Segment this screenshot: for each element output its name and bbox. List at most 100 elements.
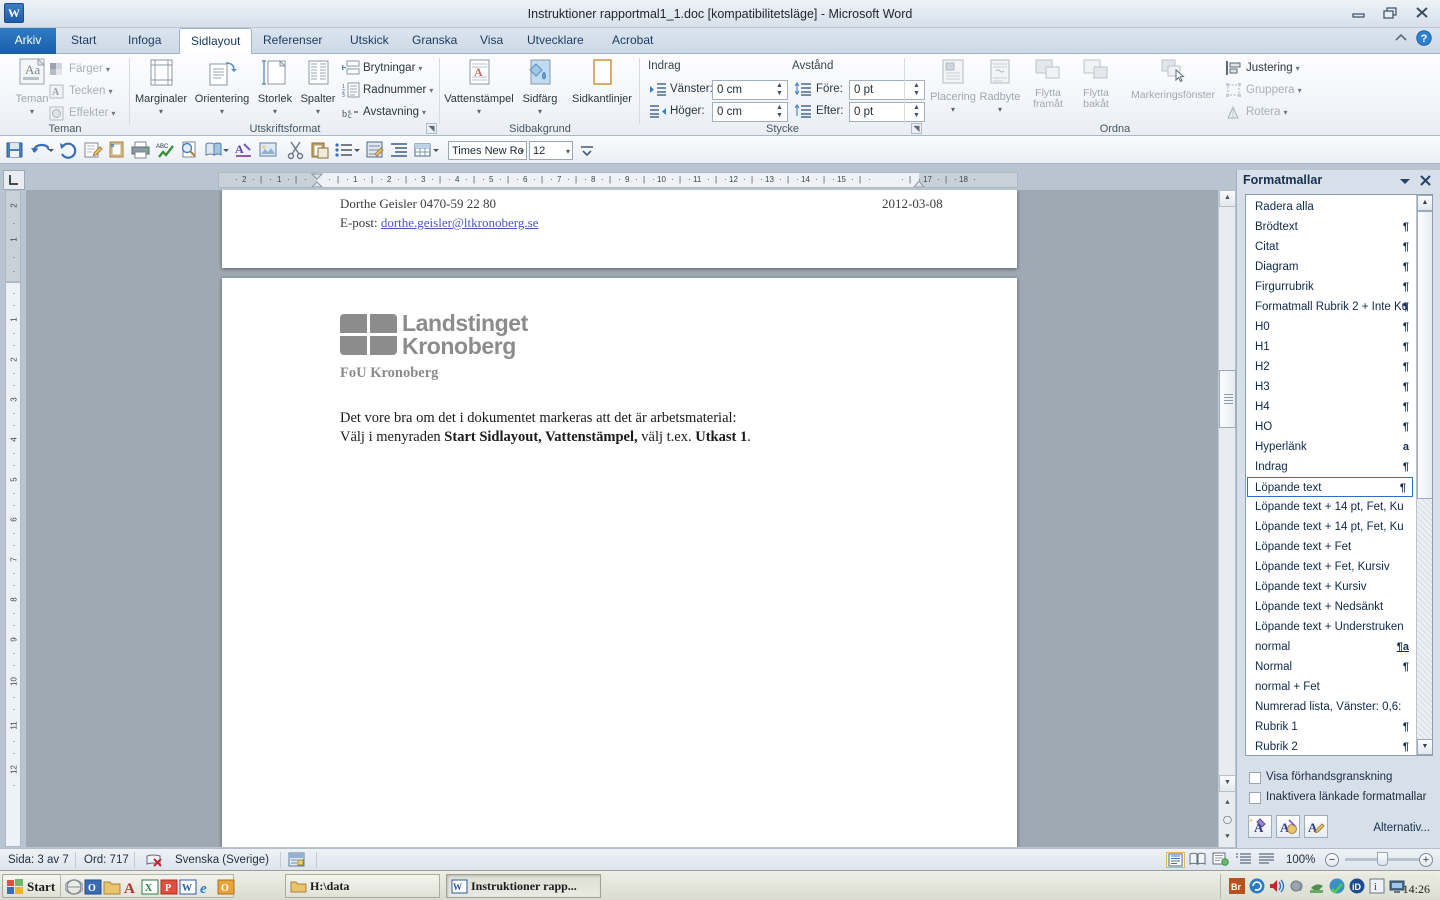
list-item[interactable]: Firgurrubrik ¶ (1247, 277, 1415, 297)
insert-picture-icon[interactable] (258, 140, 278, 160)
research-dropdown-icon[interactable] (222, 140, 230, 160)
undo-icon[interactable] (29, 140, 51, 160)
scroll-up-button[interactable]: ▲ (1219, 190, 1236, 207)
language-status[interactable]: Svenska (Sverige) (175, 852, 269, 868)
tab-utvecklare[interactable]: Utvecklare (516, 28, 595, 54)
efter-input[interactable]: 0 pt ▲ ▼ (849, 102, 925, 122)
previous-page-button[interactable]: ⯅ (1219, 795, 1236, 812)
taskbar-item-word[interactable]: W Instruktioner rapp... (446, 874, 601, 898)
zoom-in-icon[interactable]: + (1419, 853, 1433, 867)
styles-list-scrollbar[interactable]: ▲ ▼ (1416, 195, 1432, 755)
list-item[interactable]: Indrag ¶ (1247, 457, 1415, 477)
flytta-framat-button[interactable]: Flytta framåt (1024, 58, 1072, 110)
cut-icon[interactable] (286, 140, 306, 160)
ie-icon[interactable]: e (198, 878, 216, 897)
show-desktop-icon[interactable] (64, 878, 84, 896)
list-item[interactable]: Rubrik 1 ¶ (1247, 717, 1415, 737)
word-icon[interactable]: W (179, 878, 197, 896)
document-canvas[interactable]: Dorthe Geisler 0470-59 22 80 E-post: dor… (26, 190, 1218, 847)
close-icon[interactable] (1412, 4, 1434, 22)
list-item[interactable]: HO ¶ (1247, 417, 1415, 437)
disable-linked-styles-checkbox[interactable]: Inaktivera länkade formatmallar (1249, 791, 1426, 804)
spelling-icon[interactable]: ABC (155, 140, 175, 160)
rotera-button[interactable]: Rotera ▾ (1225, 102, 1288, 123)
list-item[interactable]: Löpande text + Fet, Kursiv (1247, 557, 1415, 577)
acrobat-icon[interactable]: A (122, 878, 140, 897)
list-item[interactable]: Löpande text + Nedsänkt (1247, 597, 1415, 617)
tab-referenser[interactable]: Referenser (252, 28, 333, 54)
list-item[interactable]: Rubrik 2 ¶ (1247, 737, 1415, 755)
restore-icon[interactable] (1380, 4, 1402, 22)
new-style-icon[interactable]: A (1248, 815, 1272, 838)
brytningar-button[interactable]: Brytningar ▾ (341, 58, 422, 79)
hoger-input[interactable]: 0 cm ▲ ▼ (712, 102, 788, 122)
tab-start[interactable]: Start (60, 28, 107, 54)
list-item[interactable]: Brödtext ¶ (1247, 217, 1415, 237)
chevron-up-icon[interactable] (1394, 31, 1408, 48)
format-painter-icon[interactable]: A (234, 140, 254, 160)
vanster-spin-up[interactable]: ▲ (773, 82, 786, 90)
list-item[interactable]: Formatmall Rubrik 2 + Inte Ku ¶ (1247, 297, 1415, 317)
research-icon[interactable] (203, 140, 223, 160)
close-icon[interactable] (1419, 174, 1432, 190)
table-icon[interactable] (413, 140, 433, 160)
minimize-icon[interactable] (1348, 4, 1370, 22)
fore-spin-down[interactable]: ▼ (910, 90, 923, 98)
list-item[interactable]: Löpande text + 14 pt, Fet, Ku (1247, 517, 1415, 537)
print-icon[interactable] (131, 140, 151, 160)
zoom-out-icon[interactable]: − (1325, 853, 1339, 867)
stycke-dialog-launcher[interactable]: ◥ (911, 123, 922, 134)
styles-scroll-down-button[interactable]: ▼ (1417, 739, 1432, 755)
zoom-level[interactable]: 100% (1286, 852, 1315, 868)
printer-icon[interactable] (1309, 878, 1325, 894)
outlook-icon[interactable]: O (84, 878, 102, 896)
utskriftsformat-dialog-launcher[interactable]: ◥ (426, 123, 437, 134)
page-status[interactable]: Sida: 3 av 7 (8, 852, 69, 868)
horizontal-ruler[interactable]: · 2 · | · 1 · | · · | · 1 · | · 2 · | · … (218, 172, 1018, 188)
fore-input[interactable]: 0 pt ▲ ▼ (849, 80, 925, 100)
fore-spin-up[interactable]: ▲ (910, 82, 923, 90)
volume-icon[interactable] (1269, 878, 1285, 894)
list-item[interactable]: H2 ¶ (1247, 357, 1415, 377)
styles-icon[interactable] (365, 140, 385, 160)
list-item[interactable]: Hyperlänk a (1247, 437, 1415, 457)
spalter-button[interactable]: Spalter ▾ (297, 58, 339, 117)
tab-acrobat[interactable]: Acrobat (601, 28, 664, 54)
list-item[interactable]: Löpande text + Understruken (1247, 617, 1425, 637)
toolbar-overflow-icon[interactable] (578, 140, 598, 160)
select-browse-object-button[interactable]: ◯ (1219, 812, 1236, 829)
tab-stop-icon[interactable] (3, 170, 25, 190)
antivirus-icon[interactable] (1329, 878, 1345, 894)
table-dropdown-icon[interactable] (432, 140, 440, 160)
scroll-down-button[interactable]: ▼ (1219, 775, 1236, 792)
folder-icon[interactable] (103, 878, 121, 896)
edit-icon[interactable] (83, 140, 103, 160)
efter-spin-down[interactable]: ▼ (910, 112, 923, 120)
tab-infoga[interactable]: Infoga (117, 28, 172, 54)
style-inspector-icon[interactable]: A (1276, 815, 1300, 838)
sidkantlinjer-button[interactable]: Sidkantlinjer (565, 58, 639, 105)
styles-scroll-up-button[interactable]: ▲ (1417, 195, 1432, 211)
radnummer-button[interactable]: 123 Radnummer ▾ (342, 80, 433, 101)
word-count-status[interactable]: Ord: 717 (84, 852, 129, 868)
list-item[interactable]: Normal ¶ (1247, 657, 1415, 677)
taskbar-item-folder[interactable]: H:\data (285, 874, 440, 898)
list-item-selected[interactable]: Löpande text ¶ (1247, 477, 1413, 497)
onenote-icon[interactable]: O (217, 878, 235, 896)
sync-icon[interactable] (1249, 878, 1265, 894)
list-item[interactable]: Radera alla (1247, 197, 1415, 217)
storlek-button[interactable]: Storlek ▾ (254, 58, 296, 117)
avstavning-button[interactable]: bac Avstavning ▾ (342, 102, 426, 123)
list-item[interactable]: Citat ¶ (1247, 237, 1415, 257)
tab-arkiv[interactable]: Arkiv (0, 28, 56, 54)
hoger-spin-down[interactable]: ▼ (773, 112, 786, 120)
document-vertical-scrollbar[interactable]: ▲ ▼ ⯅ ◯ ⯆ (1218, 190, 1236, 847)
list-item[interactable]: Löpande text + Fet (1247, 537, 1415, 557)
save-icon[interactable] (5, 140, 25, 160)
print-layout-icon[interactable] (1166, 852, 1185, 868)
vanster-spin-down[interactable]: ▼ (773, 90, 786, 98)
full-screen-reading-icon[interactable] (1189, 852, 1208, 868)
bridge-icon[interactable]: Br (1229, 878, 1245, 894)
tab-visa[interactable]: Visa (469, 28, 514, 54)
list-item[interactable]: normal + Fet (1247, 677, 1415, 697)
